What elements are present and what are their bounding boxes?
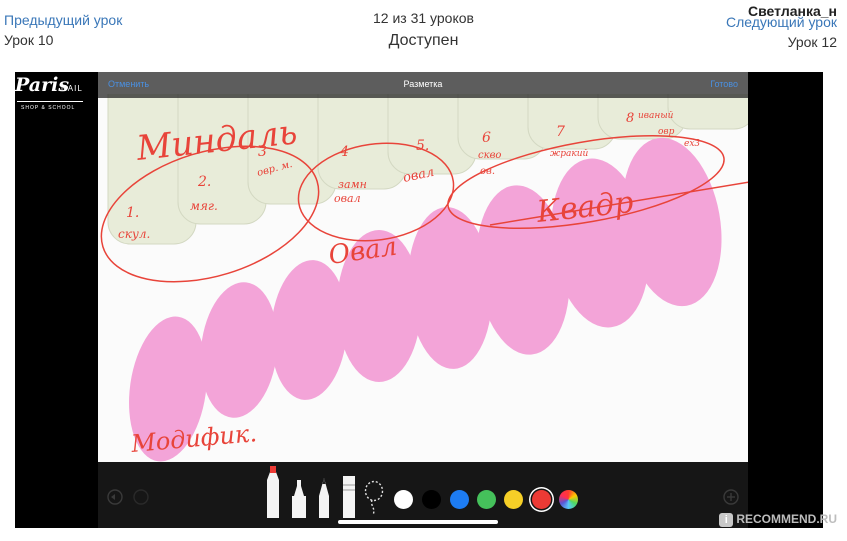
screenshot-frame: Paris NAIL SHOP & SCHOOL Миндаль 1. скул… bbox=[15, 72, 823, 528]
logo-sub-text: SHOP & SCHOOL bbox=[21, 105, 76, 111]
annotation-7-label: жракий bbox=[550, 149, 589, 159]
pink-nail bbox=[200, 282, 278, 418]
undo-icon[interactable] bbox=[106, 488, 124, 506]
markup-toolbar bbox=[98, 462, 748, 528]
paris-nail-logo: Paris NAIL SHOP & SCHOOL bbox=[15, 72, 93, 118]
next-lesson-link[interactable]: Следующий урок bbox=[726, 14, 837, 30]
markup-top-bar: Отменить Разметка Готово bbox=[98, 72, 748, 98]
annotation-8-label-1: иваный bbox=[638, 111, 674, 121]
watermark: i RECOMMEND.RU bbox=[719, 512, 837, 527]
annotation-1: 1. bbox=[126, 205, 139, 221]
annotation-8-label-3: ex3 bbox=[684, 139, 700, 149]
color-swatch[interactable] bbox=[450, 490, 469, 509]
pen-tool-icon[interactable] bbox=[265, 466, 281, 518]
next-lesson-number: Урок 12 bbox=[787, 34, 837, 50]
logo-divider bbox=[17, 101, 83, 102]
logo-nail-text: NAIL bbox=[61, 84, 83, 93]
nail-tip bbox=[667, 72, 748, 130]
annotation-2-label: мяг. bbox=[190, 199, 218, 213]
eraser-tool-icon[interactable] bbox=[342, 476, 356, 518]
lesson-nav-bar: Предыдущий урок Урок 10 12 из 31 уроков … bbox=[0, 0, 847, 62]
annotation-4: 4 bbox=[339, 144, 349, 160]
annotation-8: 8 bbox=[626, 111, 634, 126]
recommend-logo-icon: i bbox=[719, 513, 734, 527]
annotation-2: 2. bbox=[197, 174, 211, 190]
color-swatch[interactable] bbox=[532, 490, 551, 509]
pencil-tool-icon[interactable] bbox=[317, 476, 331, 518]
next-lesson-block: Следующий урок Урок 12 bbox=[726, 14, 837, 50]
lasso-tool-icon[interactable] bbox=[364, 480, 384, 516]
ipad-markup-screen: Миндаль 1. скул. 2. мяг. 3 овр. м. 4 зам… bbox=[98, 72, 748, 528]
color-picker-swatch[interactable] bbox=[559, 490, 578, 509]
color-swatch[interactable] bbox=[477, 490, 496, 509]
annotation-7: 7 bbox=[556, 124, 565, 140]
annotation-6-label-1: сквo bbox=[478, 150, 501, 161]
annotation-6-label-2: ов. bbox=[480, 166, 495, 177]
color-swatch[interactable] bbox=[422, 490, 441, 509]
annotation-4-label-1: замн bbox=[338, 178, 367, 191]
annotation-8-label-2: овр bbox=[658, 127, 675, 137]
lesson-progress: 12 из 31 уроков bbox=[373, 10, 474, 26]
lesson-progress-block: 12 из 31 уроков Доступен bbox=[0, 10, 847, 50]
add-shape-icon[interactable] bbox=[722, 488, 740, 506]
annotation-1-label: скул. bbox=[118, 227, 150, 241]
pink-nail bbox=[270, 260, 348, 400]
annotation-6: 6 bbox=[482, 130, 491, 146]
markup-title: Разметка bbox=[403, 79, 443, 89]
annotation-5: 5. bbox=[416, 138, 429, 154]
marker-tool-icon[interactable] bbox=[291, 480, 307, 518]
lesson-status: Доступен bbox=[388, 32, 459, 49]
color-swatch[interactable] bbox=[504, 490, 523, 509]
redo-icon[interactable] bbox=[132, 488, 150, 506]
color-swatch[interactable] bbox=[394, 490, 413, 509]
watermark-text: RECOMMEND.RU bbox=[736, 512, 837, 527]
annotation-4-label-2: овал bbox=[334, 192, 361, 205]
annotation-3: 3 bbox=[258, 144, 267, 160]
markup-done-button[interactable]: Готово bbox=[710, 79, 738, 89]
home-indicator bbox=[338, 520, 498, 524]
